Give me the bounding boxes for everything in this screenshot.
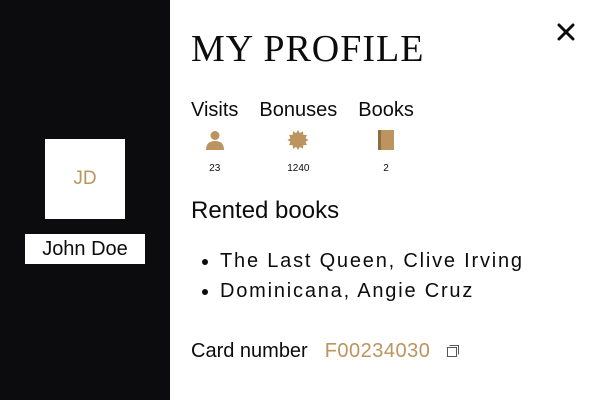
page-title: MY PROFILE	[191, 28, 425, 70]
book-title: The Last Queen, Clive Irving	[220, 250, 524, 272]
card-number-row: Card number F00234030	[191, 338, 461, 364]
stat-bonuses: Bonuses 1240	[259, 98, 337, 175]
card-number-label: Card number	[191, 339, 308, 362]
bullet	[202, 289, 208, 295]
avatar-initials: JD	[73, 168, 97, 189]
list-item: The Last Queen, Clive Irving	[191, 246, 524, 276]
close-button[interactable]	[554, 20, 578, 44]
book-icon	[375, 129, 397, 151]
person-icon	[204, 129, 226, 151]
profile-content: MY PROFILE Visits 23 Bonuses 1240 Books …	[170, 0, 600, 400]
card-number-value: F00234030	[324, 339, 431, 362]
bullet	[202, 259, 208, 265]
rented-books-list: The Last Queen, Clive Irving Dominicana,…	[191, 246, 524, 306]
book-title: Dominicana, Angie Cruz	[220, 280, 475, 302]
stat-label: Books	[358, 99, 414, 121]
profile-modal: JD John Doe MY PROFILE Visits 23 Bonuses…	[0, 0, 600, 400]
copy-button[interactable]	[445, 343, 461, 359]
rented-books-title: Rented books	[191, 197, 340, 224]
avatar: JD	[45, 139, 125, 219]
user-name: John Doe	[25, 234, 145, 264]
profile-sidebar: JD John Doe	[0, 0, 170, 400]
profile-stats: Visits 23 Bonuses 1240 Books 2	[191, 98, 435, 175]
stat-label: Bonuses	[259, 99, 338, 121]
badge-icon	[287, 129, 309, 151]
copy-icon	[447, 345, 460, 357]
stat-value: 2	[383, 163, 389, 174]
user-name-text: John Doe	[42, 237, 128, 260]
stat-value: 23	[209, 163, 221, 174]
stat-visits: Visits 23	[191, 98, 238, 175]
close-icon	[557, 23, 575, 41]
stat-books: Books 2	[358, 98, 414, 175]
stat-label: Visits	[191, 99, 239, 121]
list-item: Dominicana, Angie Cruz	[191, 276, 524, 306]
stat-value: 1240	[287, 163, 310, 174]
